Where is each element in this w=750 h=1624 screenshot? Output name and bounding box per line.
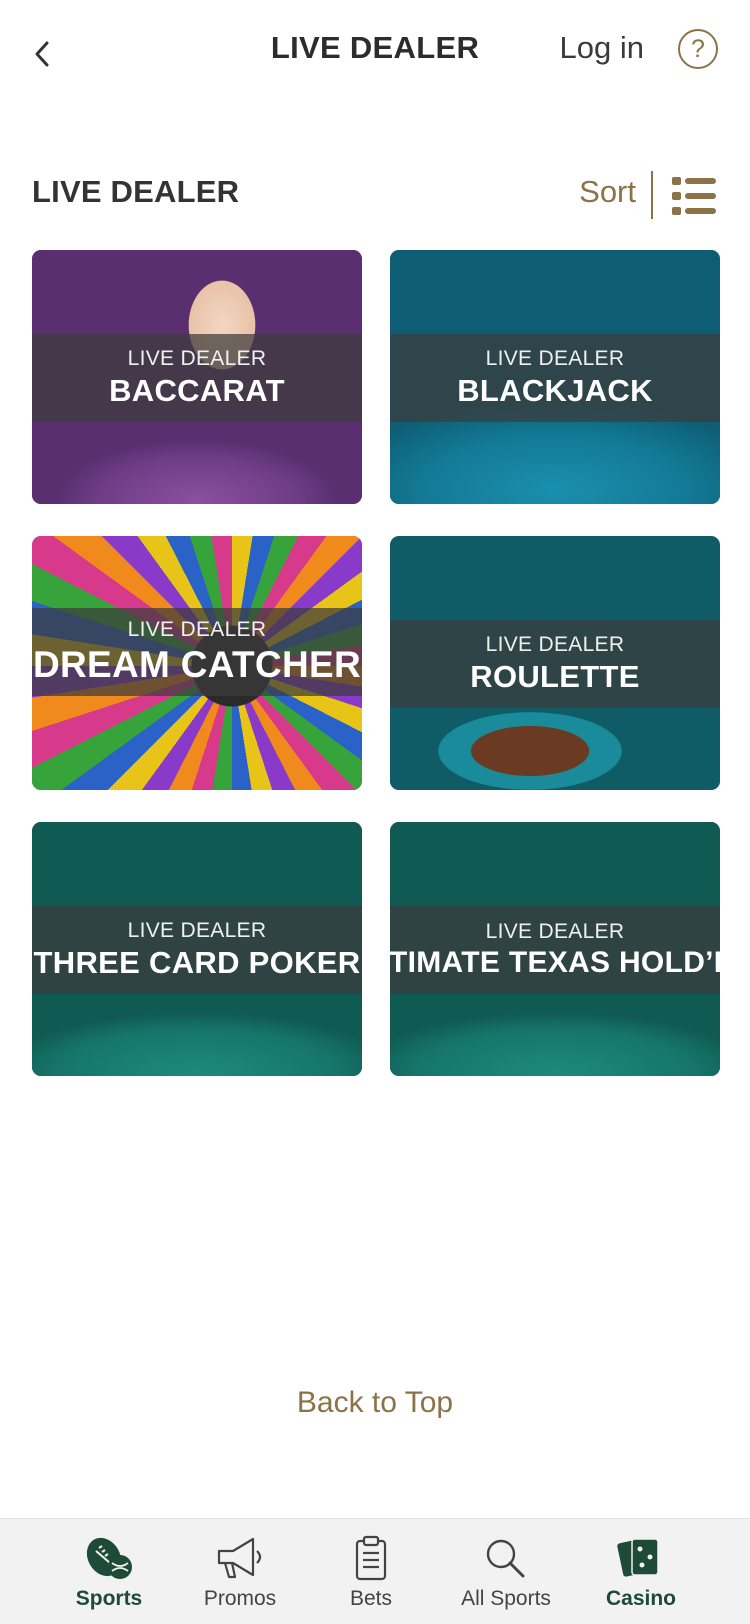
nav-item-bets[interactable]: Bets (301, 1519, 441, 1624)
tile-name: THREE CARD POKER (33, 945, 361, 980)
help-icon: ? (691, 34, 705, 63)
tile-caption: LIVE DEALER DREAM CATCHER (32, 608, 362, 696)
clipboard-icon (355, 1535, 387, 1581)
tile-name: BACCARAT (109, 373, 285, 408)
tile-subtitle: LIVE DEALER (127, 618, 267, 641)
section-title: LIVE DEALER (32, 174, 240, 209)
tile-caption: LIVE DEALER BLACKJACK (390, 334, 720, 422)
game-tile-dream-catcher[interactable]: LIVE DEALER DREAM CATCHER (32, 536, 362, 790)
game-tile-ultimate-texas-holdem[interactable]: LIVE DEALER ULTIMATE TEXAS HOLD’EM (390, 822, 720, 1076)
casino-cards-icon (617, 1538, 659, 1577)
tile-subtitle: LIVE DEALER (127, 347, 267, 370)
tile-name: BLACKJACK (457, 373, 653, 408)
game-tile-roulette[interactable]: LIVE DEALER ROULETTE (390, 536, 720, 790)
tile-subtitle: LIVE DEALER (485, 920, 625, 943)
tile-subtitle: LIVE DEALER (127, 919, 267, 942)
nav-item-promos[interactable]: Promos (170, 1519, 310, 1624)
tile-caption: LIVE DEALER BACCARAT (32, 334, 362, 422)
tile-caption: LIVE DEALER THREE CARD POKER (32, 906, 362, 994)
nav-item-sports[interactable]: Sports (39, 1519, 179, 1624)
game-tile-blackjack[interactable]: LIVE DEALER BLACKJACK (390, 250, 720, 504)
login-link[interactable]: Log in (560, 30, 644, 66)
top-header: LIVE DEALER Log in ? (0, 0, 750, 100)
nav-label: Sports (75, 1587, 143, 1610)
game-tile-three-card-poker[interactable]: LIVE DEALER THREE CARD POKER (32, 822, 362, 1076)
list-view-icon (672, 177, 716, 215)
tile-name: ULTIMATE TEXAS HOLD’EM (390, 946, 720, 979)
nav-item-all-sports[interactable]: All Sports (436, 1519, 576, 1624)
tile-name: DREAM CATCHER (33, 644, 361, 685)
back-to-top-link[interactable]: Back to Top (0, 1386, 750, 1420)
search-icon (486, 1539, 525, 1578)
tile-caption: LIVE DEALER ROULETTE (390, 620, 720, 708)
sports-icon (86, 1537, 132, 1579)
tile-subtitle: LIVE DEALER (485, 633, 625, 656)
sort-button[interactable]: Sort (579, 174, 636, 210)
help-button[interactable]: ? (678, 29, 718, 69)
game-tile-baccarat[interactable]: LIVE DEALER BACCARAT (32, 250, 362, 504)
list-view-button[interactable] (672, 176, 716, 216)
megaphone-icon (217, 1537, 262, 1579)
tile-subtitle: LIVE DEALER (485, 347, 625, 370)
divider (651, 171, 653, 219)
nav-label: Casino (605, 1587, 676, 1610)
nav-label: All Sports (461, 1587, 551, 1610)
nav-label: Bets (349, 1587, 393, 1610)
tile-caption: LIVE DEALER ULTIMATE TEXAS HOLD’EM (390, 906, 720, 994)
nav-label: Promos (203, 1587, 277, 1610)
tile-name: ROULETTE (470, 659, 640, 694)
bottom-nav: Sports Promos Bets All Sports Casino (0, 1518, 750, 1624)
nav-item-casino[interactable]: Casino (571, 1519, 711, 1624)
